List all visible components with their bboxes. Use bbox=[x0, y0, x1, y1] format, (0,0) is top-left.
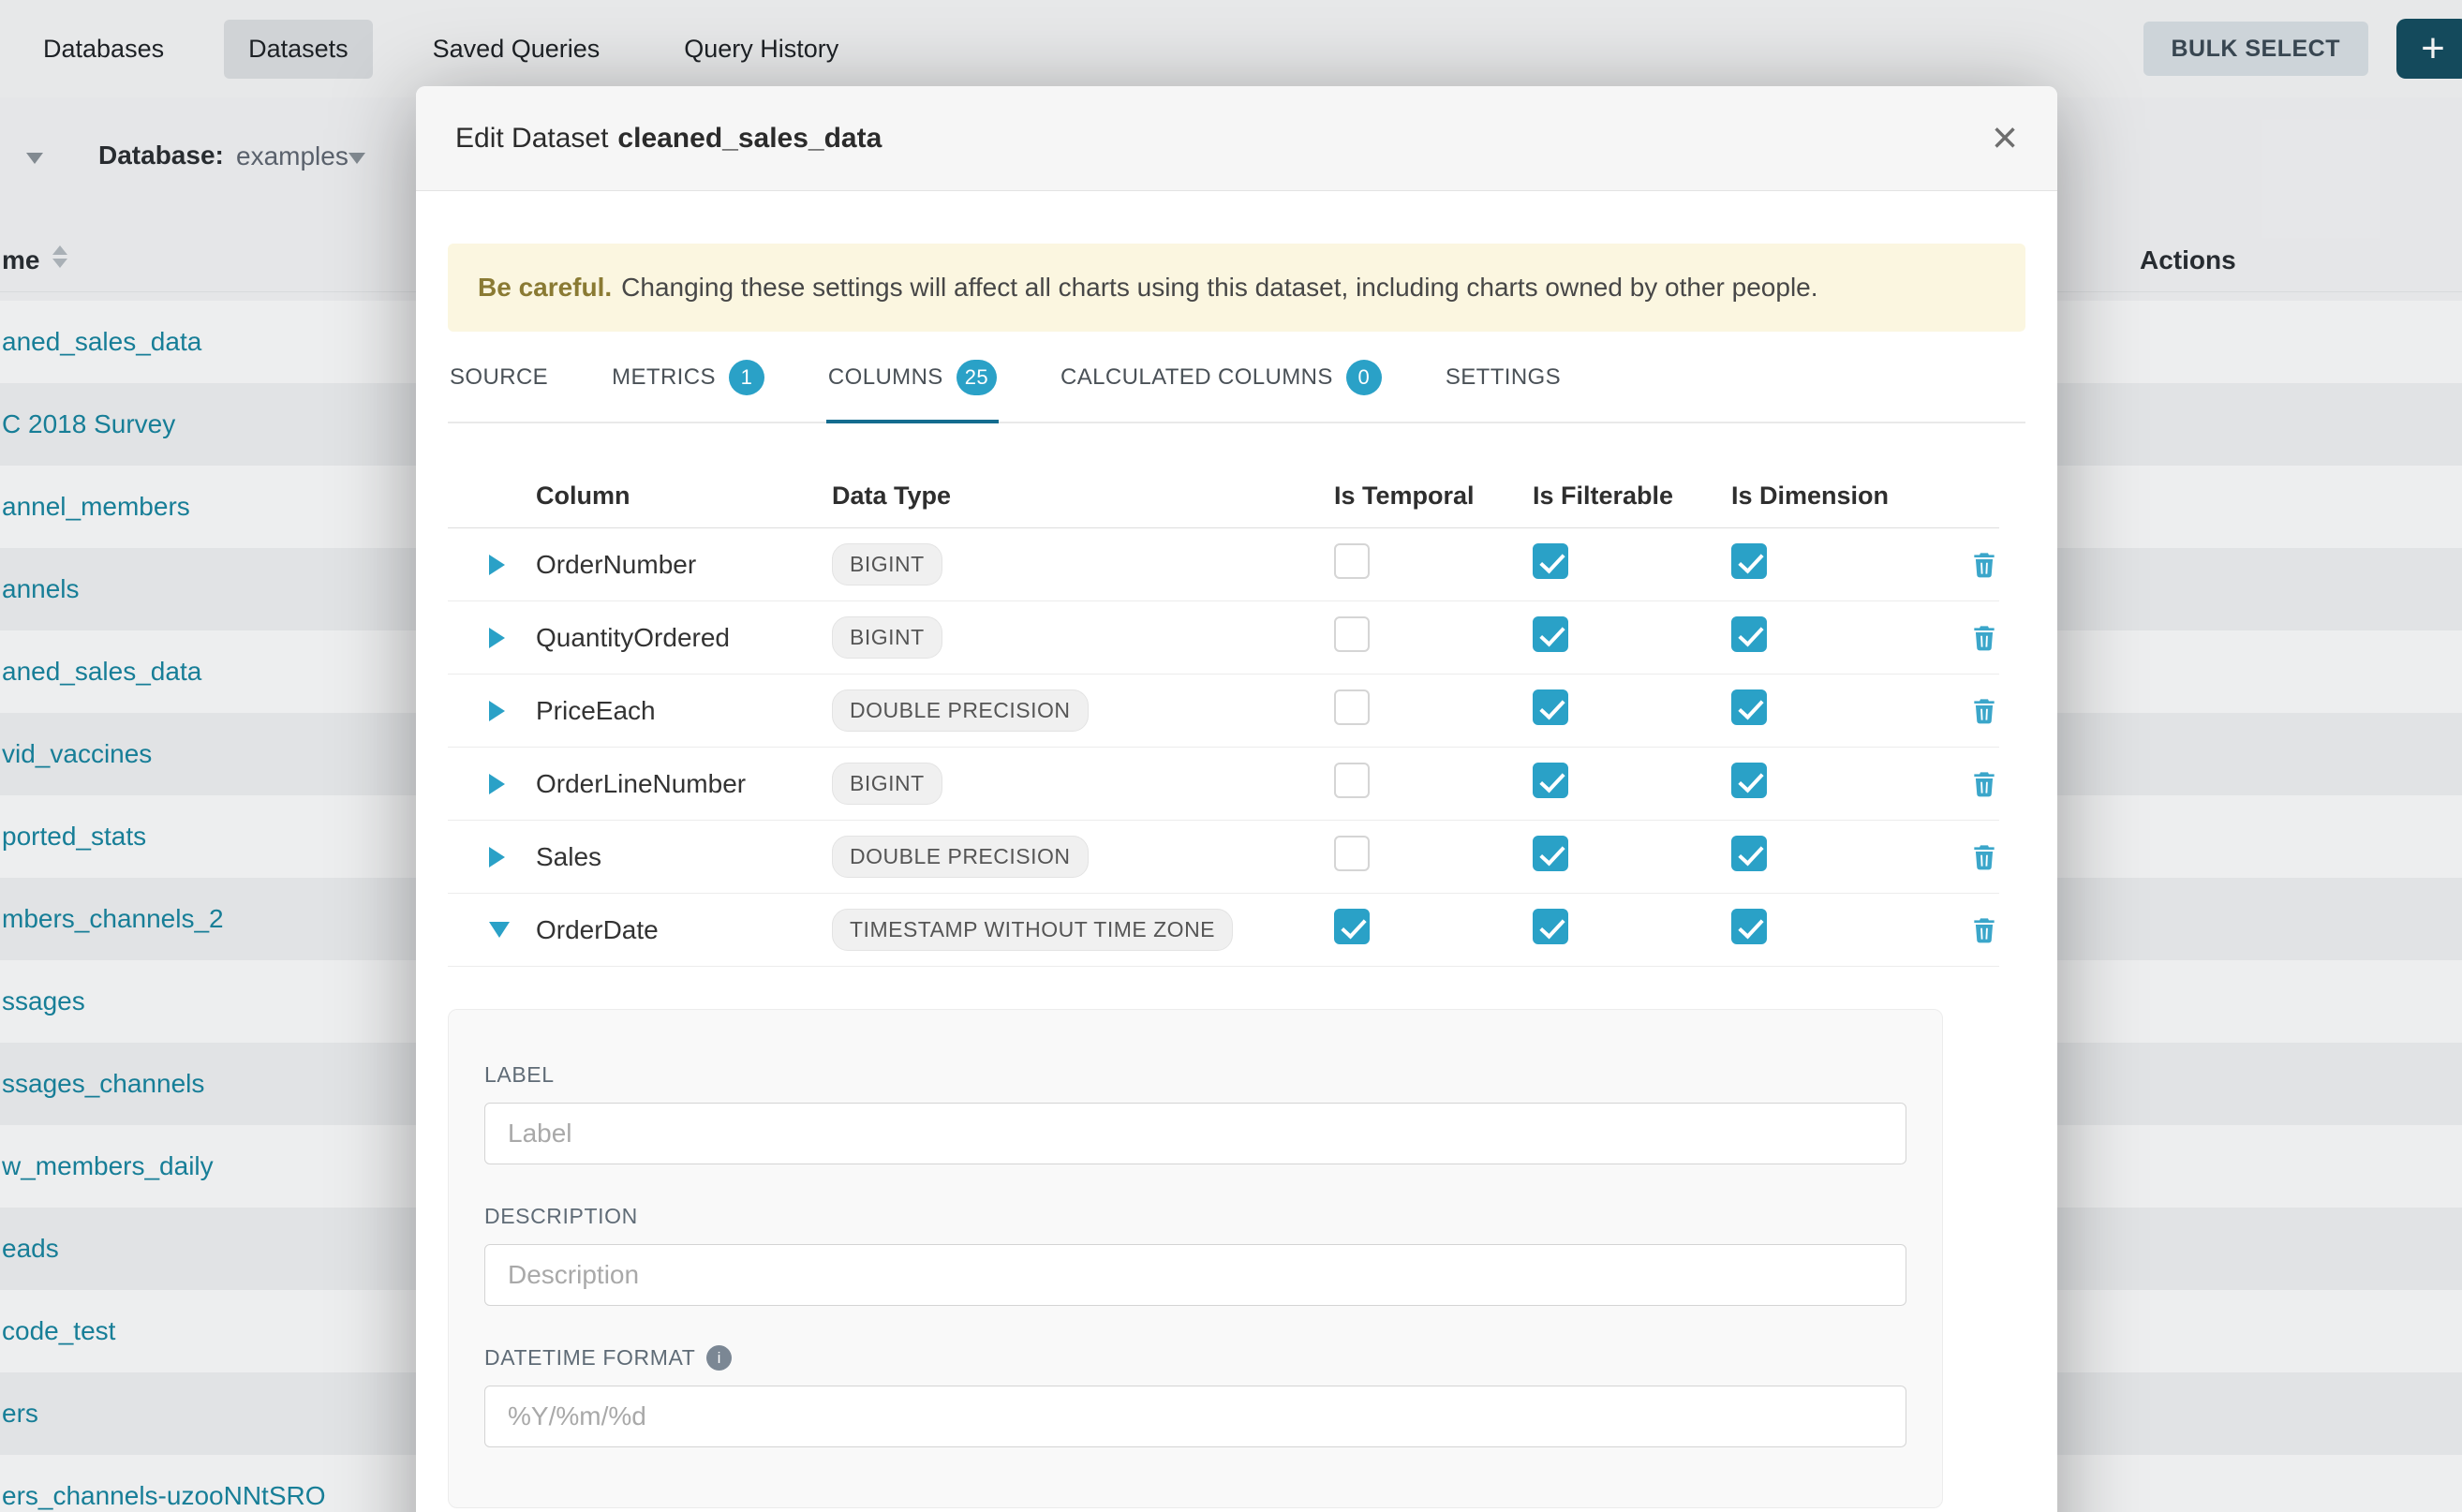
is-filterable-checkbox[interactable] bbox=[1533, 836, 1568, 871]
data-type-pill: BIGINT bbox=[832, 763, 942, 805]
caret-icon bbox=[489, 774, 505, 794]
warning-bold-text: Be careful. bbox=[478, 273, 612, 303]
header-is-temporal: Is Temporal bbox=[1334, 482, 1533, 511]
tab-columns[interactable]: COLUMNS 25 bbox=[826, 332, 999, 422]
tab-metrics[interactable]: METRICS 1 bbox=[610, 332, 766, 422]
expand-toggle[interactable] bbox=[448, 922, 536, 938]
tab-settings[interactable]: SETTINGS bbox=[1444, 332, 1563, 422]
is-filterable-checkbox[interactable] bbox=[1533, 616, 1568, 652]
modal-body: Be careful. Changing these settings will… bbox=[416, 191, 2057, 1508]
data-type-pill: DOUBLE PRECISION bbox=[832, 689, 1089, 732]
modal-title-prefix: Edit Dataset bbox=[455, 123, 608, 154]
warning-text: Changing these settings will affect all … bbox=[621, 273, 1817, 303]
is-dimension-checkbox[interactable] bbox=[1731, 763, 1767, 798]
header-is-filterable: Is Filterable bbox=[1533, 482, 1731, 511]
column-row: PriceEach DOUBLE PRECISION bbox=[448, 674, 1999, 748]
info-icon[interactable] bbox=[706, 1345, 732, 1371]
modal-tabs: SOURCE METRICS 1 COLUMNS 25 CALCULATED C… bbox=[448, 332, 2025, 423]
columns-count-badge: 25 bbox=[957, 360, 997, 395]
delete-column-icon[interactable] bbox=[1969, 623, 1999, 653]
description-field-label: DESCRIPTION bbox=[484, 1204, 1906, 1229]
column-name: OrderDate bbox=[536, 915, 832, 945]
caret-icon bbox=[489, 555, 505, 575]
column-name: Sales bbox=[536, 842, 832, 872]
is-dimension-checkbox[interactable] bbox=[1731, 689, 1767, 725]
is-temporal-checkbox[interactable] bbox=[1334, 616, 1370, 652]
column-name: OrderLineNumber bbox=[536, 769, 832, 799]
is-filterable-checkbox[interactable] bbox=[1533, 763, 1568, 798]
description-input[interactable] bbox=[484, 1244, 1906, 1306]
column-name: PriceEach bbox=[536, 696, 832, 726]
is-dimension-checkbox[interactable] bbox=[1731, 543, 1767, 579]
datetime-format-field: DATETIME FORMAT bbox=[484, 1345, 1906, 1447]
column-row: OrderNumber BIGINT bbox=[448, 528, 1999, 601]
column-row: OrderLineNumber BIGINT bbox=[448, 748, 1999, 821]
data-type-pill: BIGINT bbox=[832, 616, 942, 659]
column-row: Sales DOUBLE PRECISION bbox=[448, 821, 1999, 894]
column-name: OrderNumber bbox=[536, 550, 832, 580]
data-type-pill: TIMESTAMP WITHOUT TIME ZONE bbox=[832, 909, 1233, 951]
is-temporal-checkbox[interactable] bbox=[1334, 909, 1370, 944]
delete-column-icon[interactable] bbox=[1969, 696, 1999, 726]
modal-title-dataset-name: cleaned_sales_data bbox=[617, 123, 882, 154]
header-data-type: Data Type bbox=[832, 482, 1334, 511]
caret-icon bbox=[489, 847, 505, 867]
expand-toggle[interactable] bbox=[448, 555, 536, 575]
data-type-pill: BIGINT bbox=[832, 543, 942, 586]
modal-title: Edit Dataset cleaned_sales_data bbox=[455, 123, 882, 155]
label-field-label: LABEL bbox=[484, 1062, 1906, 1088]
column-name: QuantityOrdered bbox=[536, 623, 832, 653]
column-row: QuantityOrdered BIGINT bbox=[448, 601, 1999, 674]
column-row: OrderDate TIMESTAMP WITHOUT TIME ZONE bbox=[448, 894, 1999, 967]
caret-icon bbox=[489, 701, 505, 721]
warning-banner: Be careful. Changing these settings will… bbox=[448, 244, 2025, 332]
datetime-format-field-label: DATETIME FORMAT bbox=[484, 1345, 1906, 1371]
close-icon[interactable]: × bbox=[1992, 116, 2018, 161]
delete-column-icon[interactable] bbox=[1969, 550, 1999, 580]
expand-toggle[interactable] bbox=[448, 847, 536, 867]
modal-header: Edit Dataset cleaned_sales_data × bbox=[416, 86, 2057, 191]
is-filterable-checkbox[interactable] bbox=[1533, 909, 1568, 944]
is-dimension-checkbox[interactable] bbox=[1731, 836, 1767, 871]
edit-dataset-modal: Edit Dataset cleaned_sales_data × Be care… bbox=[416, 86, 2057, 1512]
description-field: DESCRIPTION bbox=[484, 1204, 1906, 1306]
calculated-columns-count-badge: 0 bbox=[1346, 360, 1382, 395]
is-filterable-checkbox[interactable] bbox=[1533, 689, 1568, 725]
tab-source[interactable]: SOURCE bbox=[448, 332, 550, 422]
expand-toggle[interactable] bbox=[448, 628, 536, 648]
caret-icon bbox=[489, 628, 505, 648]
delete-column-icon[interactable] bbox=[1969, 915, 1999, 945]
is-dimension-checkbox[interactable] bbox=[1731, 616, 1767, 652]
datetime-format-input[interactable] bbox=[484, 1386, 1906, 1447]
columns-table-header: Column Data Type Is Temporal Is Filterab… bbox=[448, 465, 1999, 528]
is-temporal-checkbox[interactable] bbox=[1334, 836, 1370, 871]
columns-table: Column Data Type Is Temporal Is Filterab… bbox=[448, 465, 1999, 967]
column-detail-panel: LABEL DESCRIPTION DATETIME FORMAT bbox=[448, 1009, 1943, 1508]
label-input[interactable] bbox=[484, 1103, 1906, 1164]
tab-calculated-columns[interactable]: CALCULATED COLUMNS 0 bbox=[1059, 332, 1384, 422]
expand-toggle[interactable] bbox=[448, 701, 536, 721]
caret-icon bbox=[489, 922, 510, 938]
metrics-count-badge: 1 bbox=[729, 360, 764, 395]
delete-column-icon[interactable] bbox=[1969, 769, 1999, 799]
is-dimension-checkbox[interactable] bbox=[1731, 909, 1767, 944]
data-type-pill: DOUBLE PRECISION bbox=[832, 836, 1089, 878]
is-temporal-checkbox[interactable] bbox=[1334, 689, 1370, 725]
is-filterable-checkbox[interactable] bbox=[1533, 543, 1568, 579]
delete-column-icon[interactable] bbox=[1969, 842, 1999, 872]
is-temporal-checkbox[interactable] bbox=[1334, 763, 1370, 798]
header-column: Column bbox=[536, 482, 832, 511]
is-temporal-checkbox[interactable] bbox=[1334, 543, 1370, 579]
header-is-dimension: Is Dimension bbox=[1731, 482, 1930, 511]
label-field: LABEL bbox=[484, 1062, 1906, 1164]
expand-toggle[interactable] bbox=[448, 774, 536, 794]
